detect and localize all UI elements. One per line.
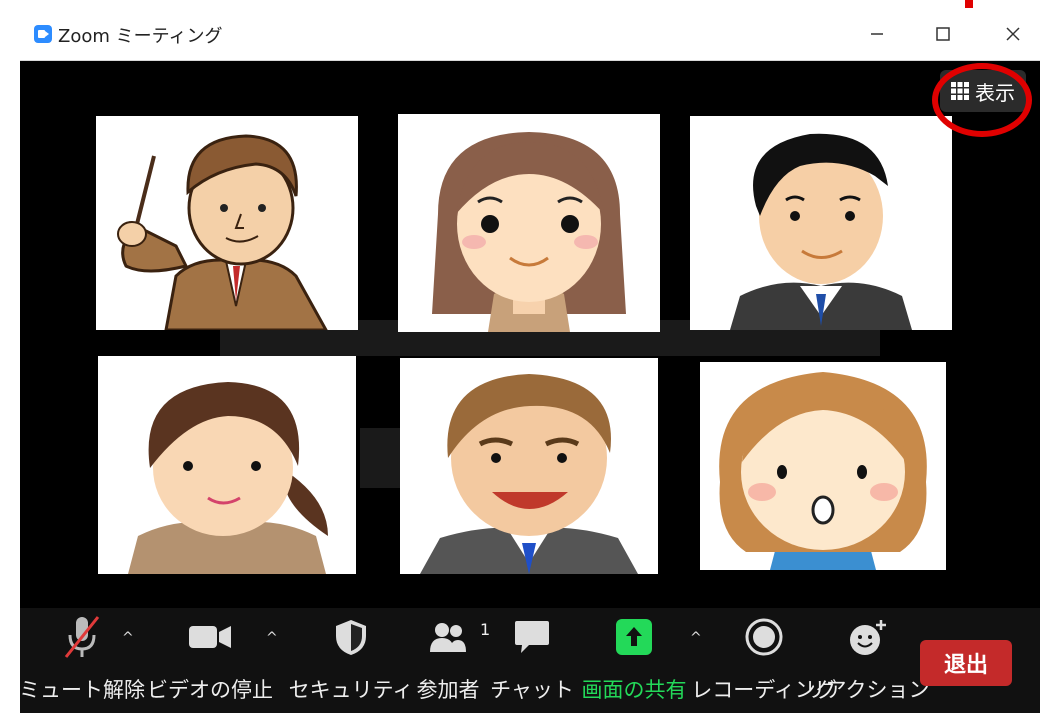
reactions-label: リアクション <box>804 678 930 702</box>
stop-video-label: ビデオの停止 <box>147 678 273 702</box>
microphone-muted-icon <box>64 616 100 658</box>
leave-button[interactable]: 退出 <box>920 640 1012 686</box>
participants-button[interactable]: 1 参加者 <box>408 608 491 713</box>
chat-bubble-icon <box>515 621 549 653</box>
close-button[interactable] <box>988 14 1038 54</box>
shield-icon <box>336 620 366 655</box>
minimize-icon <box>871 33 883 35</box>
participants-label: 参加者 <box>416 678 480 702</box>
girl-surprised-avatar <box>719 372 927 570</box>
title-bar: Zoom ミーティング <box>20 8 1040 61</box>
record-button[interactable]: レコーディング <box>691 608 837 713</box>
zoom-window: Zoom ミーティング 表示 ミュート解除 ^ ビデオの停止 ^ セキュリティ … <box>19 8 1040 713</box>
stop-video-button[interactable]: ビデオの停止 <box>147 608 273 713</box>
chat-button[interactable]: チャット <box>490 608 574 713</box>
reactions-button[interactable]: リアクション <box>805 608 929 713</box>
man-smiling-suit-avatar <box>420 374 638 574</box>
security-button[interactable]: セキュリティ <box>289 608 413 713</box>
video-camera-icon <box>189 626 231 648</box>
share-screen-icon <box>616 619 652 655</box>
participant-tile-6[interactable] <box>700 362 946 570</box>
close-icon <box>1006 27 1020 41</box>
participant-tile-1[interactable] <box>96 116 358 330</box>
meeting-toolbar: ミュート解除 ^ ビデオの停止 ^ セキュリティ 1 参加者 チャット 画面の共… <box>19 608 1040 713</box>
highlight-circle <box>932 63 1032 137</box>
maximize-button[interactable] <box>918 14 968 54</box>
share-screen-button[interactable]: 画面の共有 <box>576 608 692 713</box>
window-title: Zoom ミーティング <box>58 26 223 47</box>
mute-options-caret[interactable]: ^ <box>122 630 134 646</box>
share-screen-label: 画面の共有 <box>581 678 687 702</box>
participants-icon <box>430 623 466 652</box>
maximize-icon <box>936 27 950 41</box>
participant-tile-4[interactable] <box>98 356 356 574</box>
chat-label: チャット <box>490 678 574 702</box>
mute-label: ミュート解除 <box>19 678 145 702</box>
zoom-app-icon <box>34 25 52 43</box>
man-black-hair-suit-avatar <box>730 133 912 330</box>
video-options-caret[interactable]: ^ <box>266 630 278 646</box>
teacher-man-pointer-avatar <box>117 134 328 330</box>
woman-long-hair-avatar <box>432 132 626 332</box>
security-label: セキュリティ <box>288 678 414 702</box>
participant-tile-2[interactable] <box>398 114 660 332</box>
woman-ponytail-avatar <box>128 382 328 574</box>
mute-button[interactable]: ミュート解除 <box>19 608 145 713</box>
participant-tile-3[interactable] <box>690 116 952 330</box>
minimize-button[interactable] <box>852 14 902 54</box>
record-icon <box>745 618 783 656</box>
share-options-caret[interactable]: ^ <box>690 630 702 646</box>
participant-count: 1 <box>480 620 491 639</box>
smiley-plus-icon <box>850 620 886 655</box>
participant-tile-5[interactable] <box>400 358 658 574</box>
